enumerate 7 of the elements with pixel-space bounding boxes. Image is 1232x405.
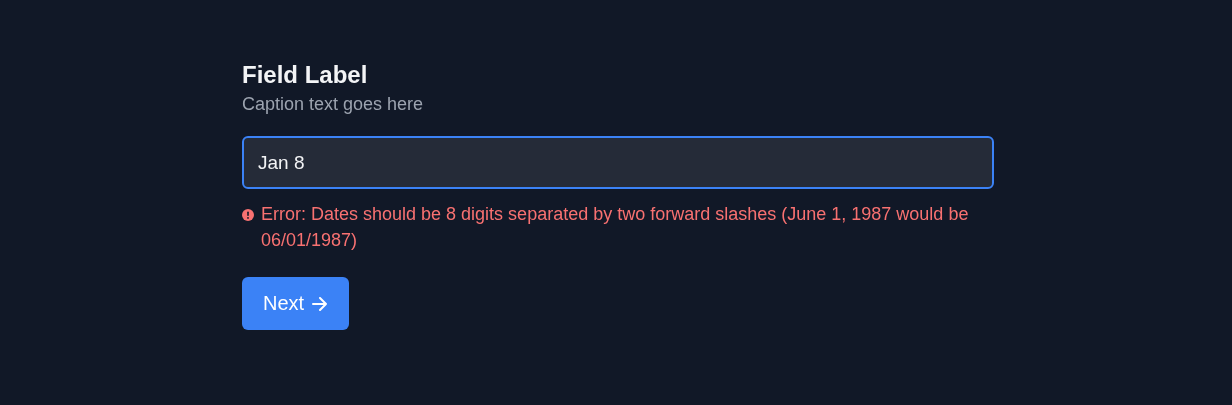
arrow-right-icon bbox=[312, 296, 329, 311]
field-caption: Caption text goes here bbox=[242, 93, 424, 116]
field-label: Field Label bbox=[242, 60, 368, 90]
input-field[interactable]: Jan 8 bbox=[242, 136, 994, 189]
next-button[interactable]: Next bbox=[242, 277, 350, 330]
error-message: Error: Dates should be 8 digits separated by two forward slashes (June 1, 1987 would be 06/01/1987) bbox=[261, 203, 970, 252]
error-icon bbox=[242, 209, 254, 221]
